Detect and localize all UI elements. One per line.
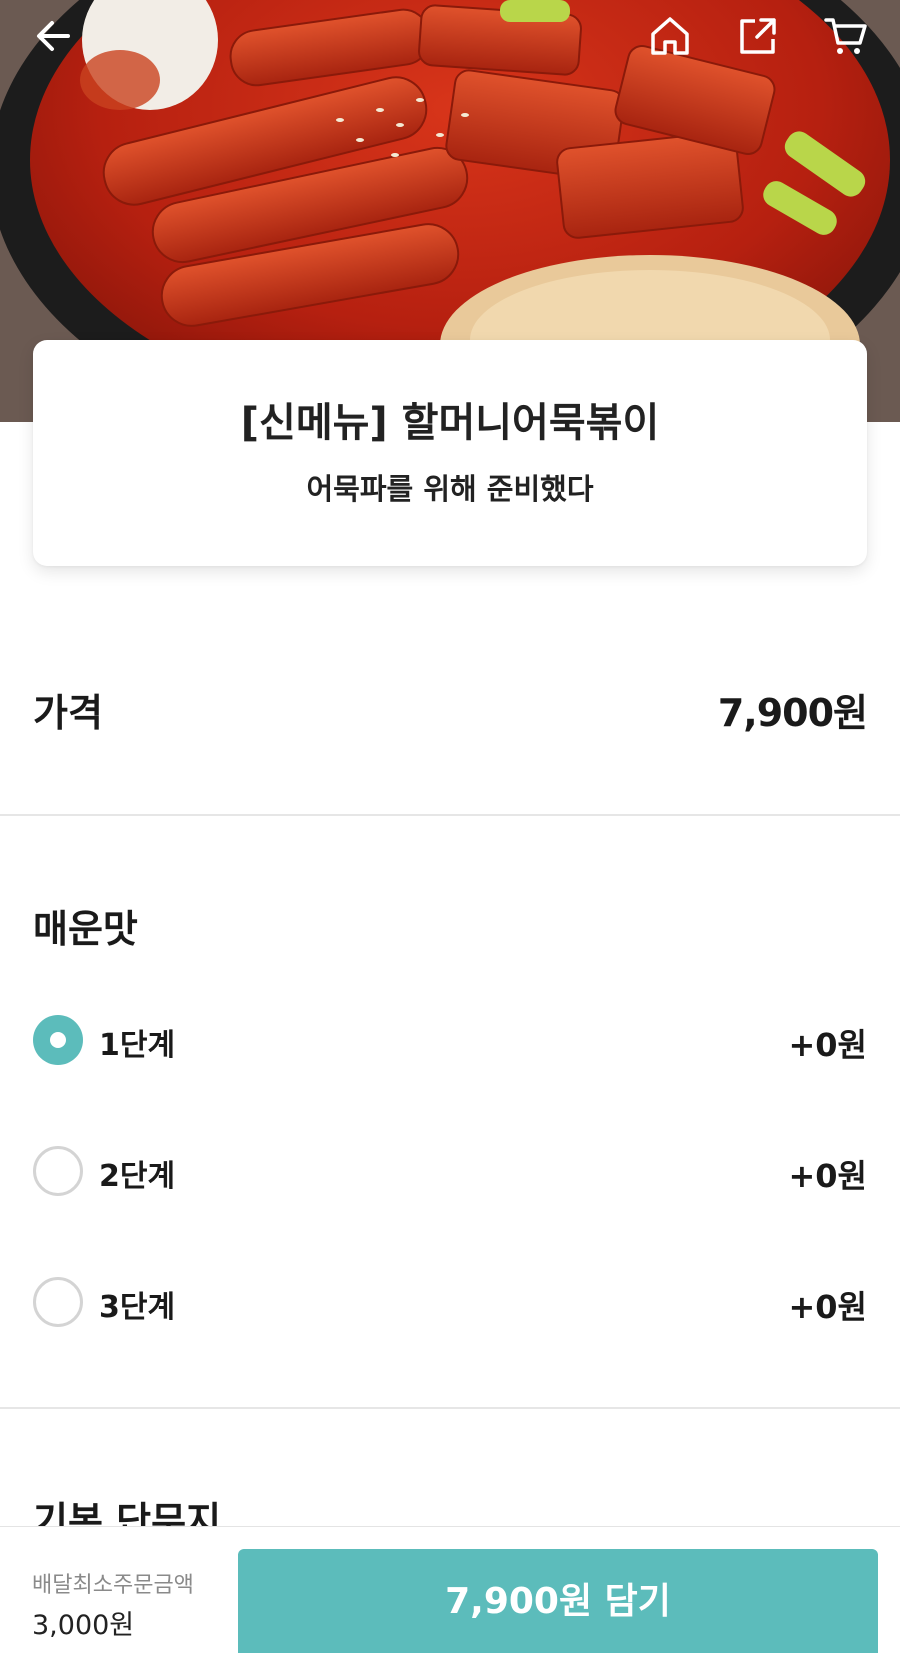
radio-selected-icon[interactable] <box>33 1015 83 1065</box>
option-price: +0원 <box>788 1157 867 1195</box>
share-button[interactable] <box>730 8 786 64</box>
cart-button[interactable] <box>818 8 874 64</box>
divider <box>0 1407 900 1409</box>
option-label: 3단계 <box>99 1290 176 1325</box>
min-order-value: 3,000원 <box>32 1610 135 1641</box>
spicy-option-1[interactable]: 1단계 +0원 <box>33 1012 867 1068</box>
divider <box>0 814 900 816</box>
add-to-cart-button[interactable]: 7,900원 담기 <box>238 1549 878 1653</box>
product-description: 어묵파를 위해 준비했다 <box>306 472 594 506</box>
product-name: [신메뉴] 할머니어묵볶이 <box>240 400 660 446</box>
spicy-section-title: 매운맛 <box>33 907 138 951</box>
radio-unselected-icon[interactable] <box>33 1146 83 1196</box>
price-row: 가격 7,900원 <box>33 682 868 742</box>
price-value: 7,900원 <box>717 691 868 735</box>
option-label: 1단계 <box>99 1028 176 1063</box>
top-bar <box>0 0 900 70</box>
cart-icon <box>824 18 867 54</box>
min-order-label: 배달최소주문금액 <box>32 1573 194 1598</box>
home-icon <box>651 17 689 55</box>
option-price: +0원 <box>788 1288 867 1326</box>
share-icon <box>740 18 776 54</box>
option-label: 2단계 <box>99 1159 176 1194</box>
option-price: +0원 <box>788 1026 867 1064</box>
arrow-left-icon <box>37 21 70 51</box>
radio-unselected-icon[interactable] <box>33 1277 83 1327</box>
spicy-option-3[interactable]: 3단계 +0원 <box>33 1274 867 1330</box>
bottom-bar: 배달최소주문금액 3,000원 7,900원 담기 <box>0 1526 900 1653</box>
home-button[interactable] <box>642 8 698 64</box>
back-button[interactable] <box>26 8 82 64</box>
product-info-card: [신메뉴] 할머니어묵볶이 어묵파를 위해 준비했다 <box>33 340 867 566</box>
spicy-option-2[interactable]: 2단계 +0원 <box>33 1143 867 1199</box>
price-label: 가격 <box>33 691 103 735</box>
